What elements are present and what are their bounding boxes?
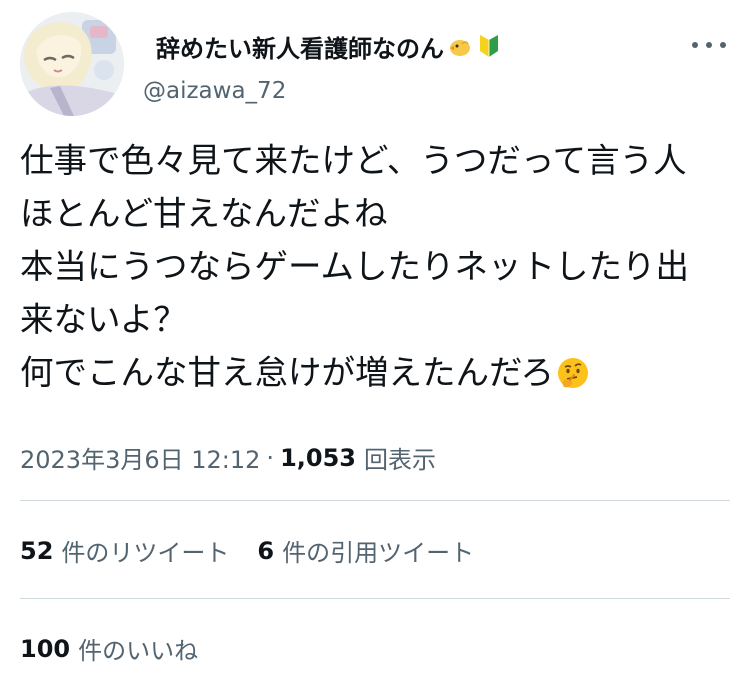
divider xyxy=(20,500,730,501)
avatar-image xyxy=(20,12,124,116)
avatar[interactable] xyxy=(20,12,124,116)
likes-count: 100 xyxy=(20,634,71,663)
more-dot-icon xyxy=(720,42,726,48)
views-count: 1,053 xyxy=(280,443,356,472)
tweet-meta: 2023年3月6日 12:12 · 1,053 回表示 xyxy=(20,440,436,475)
beginner-mark-icon xyxy=(480,35,498,57)
tweet-line: 来ないよ？ xyxy=(20,300,187,339)
meta-separator: · xyxy=(266,443,275,472)
quotes-stat[interactable]: 6 件の引用ツイート xyxy=(257,533,474,568)
author-display-name[interactable]: 辞めたい新人看護師なのん xyxy=(156,29,444,64)
thinking-face-icon xyxy=(558,358,588,388)
retweets-count: 52 xyxy=(20,536,54,565)
tweet-line: 何でこんな甘え怠けが増えたんだろ xyxy=(20,353,554,392)
tweet-timestamp[interactable]: 2023年3月6日 12:12 xyxy=(20,440,260,475)
likes-stat[interactable]: 100 件のいいね xyxy=(20,631,198,666)
retweets-label: 件のリツイート xyxy=(61,539,230,567)
more-options-button[interactable] xyxy=(692,34,726,56)
like-stats: 100 件のいいね xyxy=(20,631,198,666)
divider xyxy=(20,598,730,599)
more-dot-icon xyxy=(706,42,712,48)
likes-label: 件のいいね xyxy=(78,637,199,665)
share-stats: 52 件のリツイート 6 件の引用ツイート xyxy=(20,533,474,568)
quotes-label: 件の引用ツイート xyxy=(282,539,475,567)
chick-emoji-icon xyxy=(450,40,470,56)
tweet-line: 仕事で色々見て来たけど、うつだって言う人 xyxy=(20,141,687,180)
tweet-line: 本当にうつならゲームしたりネットしたり出 xyxy=(20,247,689,286)
tweet-text: 仕事で色々見て来たけど、うつだって言う人 ほとんど甘えなんだよね 本当にうつなら… xyxy=(20,134,745,399)
more-dot-icon xyxy=(692,42,698,48)
quotes-count: 6 xyxy=(257,536,275,565)
author-name-row[interactable]: 辞めたい新人看護師なのん xyxy=(156,28,500,64)
tweet-line-last: 何でこんな甘え怠けが増えたんだろ xyxy=(20,346,745,399)
views-label: 回表示 xyxy=(363,446,436,474)
retweets-stat[interactable]: 52 件のリツイート xyxy=(20,533,229,568)
author-handle[interactable]: @aizawa_72 xyxy=(143,78,286,104)
tweet-line: ほとんど甘えなんだよね xyxy=(20,194,388,233)
